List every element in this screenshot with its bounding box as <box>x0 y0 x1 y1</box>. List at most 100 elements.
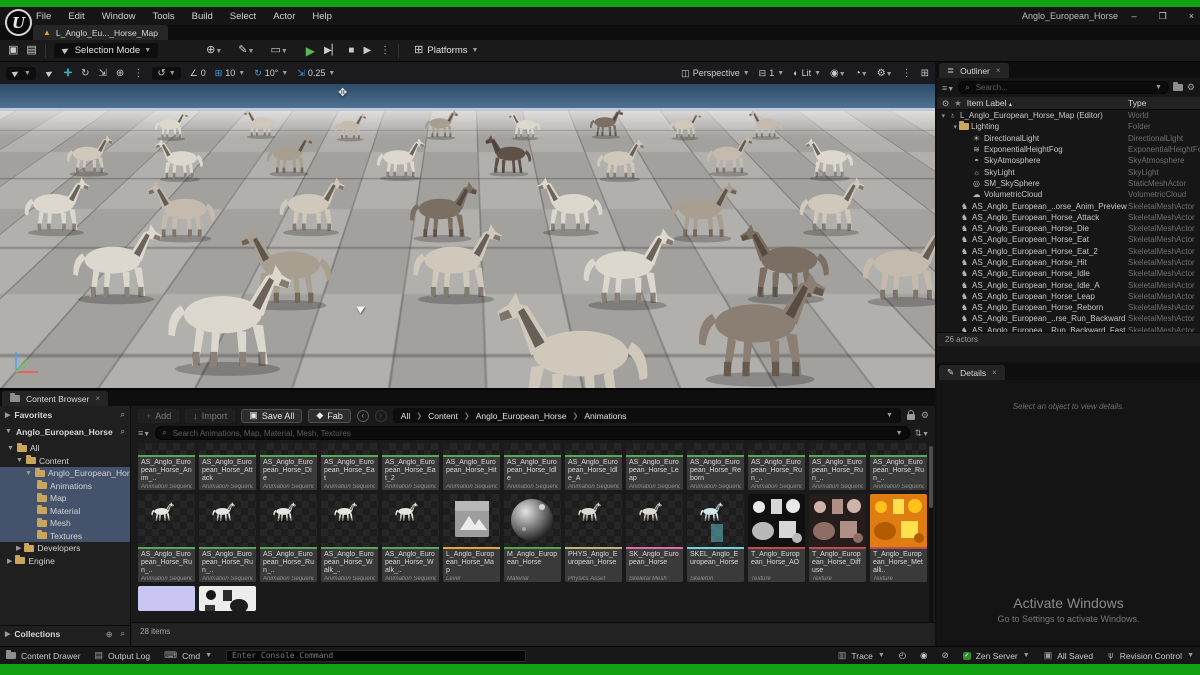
type-column[interactable]: Type <box>1128 98 1200 108</box>
asset-tile[interactable]: L_​Anglo_​European_​Horse_​Map Level <box>443 494 500 582</box>
close-icon[interactable]: × <box>95 394 100 403</box>
content-drawer-button[interactable]: Content Drawer <box>6 650 81 661</box>
search-icon[interactable]: ⌕ <box>121 410 125 420</box>
collections-section[interactable]: ▶ Collections ⊕ ⌕ <box>0 625 130 642</box>
folder-tree-item-material[interactable]: Material <box>0 504 130 517</box>
zen-server-dropdown[interactable]: ✓ Zen Server ▼ <box>962 651 1030 661</box>
horse-actor[interactable] <box>330 112 370 142</box>
content-settings-icon[interactable]: ⚙ <box>921 410 929 421</box>
console-command-input[interactable] <box>226 649 526 662</box>
menu-window[interactable]: Window <box>102 11 136 22</box>
transform-tool-dropdown[interactable]: ► ▼ <box>6 66 36 80</box>
outliner-row[interactable]: ♞ AS_Anglo_European_Horse_Reborn SkeletalM… <box>937 302 1200 313</box>
cmd-dropdown[interactable]: ⌨ Cmd ▼ <box>164 650 212 661</box>
add-collection-icon[interactable]: ⊕ <box>106 630 113 639</box>
search-icon[interactable]: ⌕ <box>121 629 125 639</box>
skip-button[interactable]: ▶▏ <box>324 45 339 56</box>
search-icon[interactable]: ⌕ <box>121 427 125 437</box>
asset-tile[interactable]: AS_​Anglo_​European_​Horse_​Leap Animatio… <box>626 443 683 490</box>
horse-actor[interactable] <box>680 269 840 387</box>
menu-file[interactable]: File <box>36 11 51 22</box>
horse-actor[interactable] <box>480 289 670 388</box>
asset-tile[interactable]: AS_​Anglo_​European_​Horse_​Hit Animation… <box>443 443 500 490</box>
world-space-icon[interactable]: ⊕ <box>116 68 124 79</box>
horse-actor[interactable] <box>585 108 627 139</box>
maximize-viewport-icon[interactable]: ⊞ <box>921 68 929 79</box>
item-label-column[interactable]: Item Label ▴ <box>967 98 1123 108</box>
asset-tile[interactable]: AS_​Anglo_​European_​Horse_​Die Animation… <box>260 443 317 490</box>
rotation-snap[interactable]: ↻ 10° ▼ <box>254 68 288 79</box>
selection-mode-dropdown[interactable]: ► Selection Mode ▼ <box>53 43 159 58</box>
asset-tile[interactable]: AS_​Anglo_​European_​Horse_​Eat_​2 Animat… <box>382 443 439 490</box>
pending-tasks-icon[interactable]: ⊘ <box>942 650 949 661</box>
folder-tree-item-anglo_european_horse[interactable]: ▼ Anglo_European_Horse <box>0 467 130 480</box>
outliner-row[interactable]: ♞ AS_Anglo_European_Horse_Eat_2 SkeletalMe… <box>937 246 1200 257</box>
restore-button[interactable]: ❐ <box>1159 11 1167 22</box>
outliner-row[interactable]: ♞ AS_Anglo_European_Horse_Attack SkeletalM… <box>937 212 1200 223</box>
platforms-dropdown[interactable]: ⊞ Platforms ▼ <box>407 43 485 58</box>
asset-tile[interactable]: SKEL_​Anglo_​European_​Horse Skeleton <box>687 494 744 582</box>
favorites-section[interactable]: ▶ Favorites ⌕ <box>0 406 130 423</box>
rotate-tool-icon[interactable]: ↻ <box>81 68 89 79</box>
create-folder-icon[interactable] <box>1172 82 1183 91</box>
asset-tile[interactable]: AS_​Anglo_​European_​Horse_​Run_​.. Anima… <box>199 494 256 582</box>
screenshot-icon[interactable]: ◉ <box>920 650 927 661</box>
fab-button[interactable]: ◆ Fab <box>308 408 351 423</box>
horse-actor[interactable] <box>60 134 118 177</box>
outliner-row[interactable]: ▾ ♁ L_Anglo_European_Horse_Map (Editor) Wor… <box>937 110 1200 121</box>
asset-tile[interactable]: AS_​Anglo_​European_​Horse_​Reborn Animat… <box>687 443 744 490</box>
outliner-row[interactable]: ☼ SkyLight SkyLight <box>937 166 1200 177</box>
horse-actor[interactable] <box>800 137 860 181</box>
folder-tree-item-animations[interactable]: Animations <box>0 479 130 492</box>
scale-tool-icon[interactable]: ⇲ <box>99 68 107 79</box>
project-root-section[interactable]: ▼ Anglo_European_Horse ⌕ <box>0 423 130 440</box>
pinned-column-icon[interactable]: ★ <box>954 98 962 109</box>
play-button[interactable]: ▶ <box>306 44 315 58</box>
outliner-row[interactable]: ☀ DirectionalLight DirectionalLight <box>937 133 1200 144</box>
breadcrumb-item[interactable]: Animations <box>584 411 626 421</box>
breadcrumb[interactable]: All ❯ Content ❯ Anglo_European_Horse ❯ Animati… <box>392 408 901 423</box>
viewport-settings-icon[interactable]: ⚙▼ <box>877 68 893 79</box>
asset-tile[interactable]: AS_​Anglo_​European_​Horse_​Walk_​.. Anim… <box>321 494 378 582</box>
outliner-row[interactable]: ♞ AS_Anglo_European_Horse_Idle SkeletalMes… <box>937 268 1200 279</box>
outliner-row[interactable]: ◓ SkyAtmosphere SkyAtmosphere <box>937 155 1200 166</box>
cinematics-icon[interactable]: ▭▼ <box>270 45 287 56</box>
show-flags-icon[interactable]: ◉▼ <box>830 68 846 79</box>
save-level-icon[interactable]: ▣ <box>8 45 18 56</box>
trace-dropdown[interactable]: ▥ Trace ▼ <box>838 650 885 661</box>
horse-actor[interactable] <box>850 226 935 307</box>
asset-tile[interactable]: AS_​Anglo_​European_​Horse_​Idle Animatio… <box>504 443 561 490</box>
scale-snap[interactable]: ⇲ 0.25 ▼ <box>297 68 335 79</box>
grid-snap[interactable]: ⊞ 10 ▼ <box>215 68 246 79</box>
output-log-button[interactable]: ▤ Output Log <box>95 650 151 661</box>
asset-tile[interactable]: AS_​Anglo_​European_​Horse_​Run_​.. Anima… <box>138 494 195 582</box>
menu-edit[interactable]: Edit <box>68 11 84 22</box>
sort-options-icon[interactable]: ⇅▼ <box>915 428 929 439</box>
insights-icon[interactable]: ◴ <box>899 650 906 661</box>
import-button[interactable]: ↓ Import <box>185 408 236 423</box>
close-icon[interactable]: × <box>996 66 1001 75</box>
asset-tile[interactable]: AS_​Anglo_​European_​Horse_​Run_​.. Anima… <box>748 443 805 490</box>
horse-actor[interactable] <box>665 111 705 141</box>
horse-actor[interactable] <box>370 137 430 181</box>
asset-search-input[interactable] <box>170 427 892 439</box>
outliner-tab[interactable]: ≣ Outliner × <box>939 63 1009 78</box>
viewport-more-icon[interactable]: ⋮ <box>902 68 912 79</box>
blueprints-icon[interactable]: ✎▼ <box>238 45 254 56</box>
folder-tree-item-mesh[interactable]: Mesh <box>0 517 130 530</box>
outliner-row[interactable]: ♞ AS_Anglo_European_Horse_Eat SkeletalMesh… <box>937 234 1200 245</box>
asset-tile[interactable] <box>138 586 195 611</box>
snap-angle[interactable]: ∠ 0 <box>190 68 206 79</box>
outliner-row[interactable]: ♞ AS_Anglo_European_Horse_Die SkeletalMesh… <box>937 223 1200 234</box>
outliner-row[interactable]: ♞ AS_Anglo_European_Horse_Idle_A SkeletalM… <box>937 279 1200 290</box>
back-button[interactable]: ‹ <box>356 409 369 422</box>
outliner-row[interactable]: ♞ AS_Anglo_European_..orse_Anim_Preview Sk… <box>937 200 1200 211</box>
breadcrumb-item[interactable]: Anglo_European_Horse <box>476 411 567 421</box>
menu-select[interactable]: Select <box>230 11 256 22</box>
filters-icon[interactable]: ≡▼ <box>138 428 150 438</box>
asset-tile[interactable]: M_​Anglo_​European_​Horse Material <box>504 494 561 582</box>
horse-actor[interactable] <box>260 134 318 177</box>
asset-tile[interactable]: AS_​Anglo_​European_​Horse_​Run_​.. Anima… <box>260 494 317 582</box>
visibility-column-icon[interactable]: ⊙ <box>942 98 949 109</box>
camera-mode-dropdown[interactable]: ◫ Perspective ▼ <box>681 68 749 79</box>
